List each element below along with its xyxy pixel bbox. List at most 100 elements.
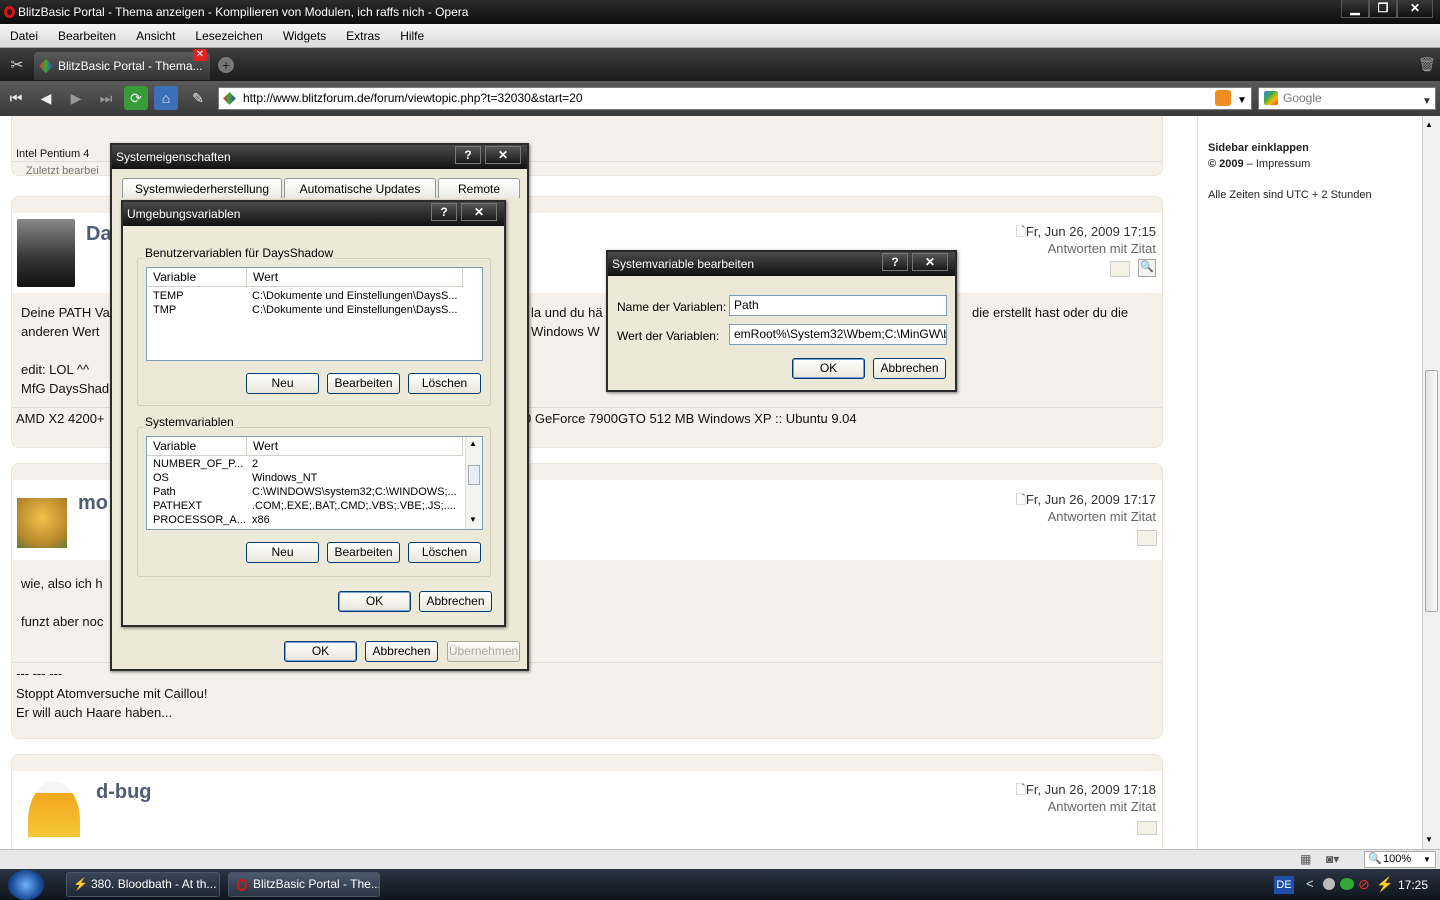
clock[interactable]: 17:25 (1398, 878, 1428, 892)
cancel-button[interactable]: Abbrechen (419, 591, 492, 612)
tab-system-restore[interactable]: Systemwiederherstellung (122, 178, 282, 198)
column-value[interactable]: Wert (247, 437, 463, 456)
fast-forward-icon[interactable]: ⏭ (94, 86, 118, 110)
profile-icon[interactable] (1110, 261, 1130, 277)
minimize-button[interactable]: ▁ (1341, 0, 1369, 18)
tools-icon[interactable]: ✂ (6, 55, 28, 77)
back-icon[interactable]: ◀ (34, 86, 58, 110)
cancel-button[interactable]: Abbrechen (365, 641, 438, 662)
column-value[interactable]: Wert (247, 268, 463, 287)
help-button[interactable]: ? (882, 253, 908, 271)
language-indicator[interactable]: DE (1274, 876, 1294, 894)
post-author[interactable]: mo (78, 492, 108, 515)
list-item[interactable]: PATHEXT .COM;.EXE;.BAT;.CMD;.VBS;.VBE;.JS… (153, 500, 456, 512)
rss-feed-icon[interactable] (1215, 90, 1231, 106)
list-scrollbar[interactable]: ▲ ▼ (465, 437, 482, 529)
user-new-button[interactable]: Neu (246, 373, 319, 394)
forward-icon[interactable]: ▶ (64, 86, 88, 110)
profile-icon[interactable] (1137, 530, 1157, 546)
variable-value-field[interactable]: emRoot%\System32\Wbem;C:\MinGW\bin (729, 324, 947, 345)
system-edit-button[interactable]: Bearbeiten (327, 542, 400, 563)
tray-winamp-icon[interactable]: ⚡ (1376, 876, 1393, 893)
ok-button[interactable]: OK (284, 641, 357, 662)
menu-widgets[interactable]: Widgets (273, 24, 336, 48)
close-button[interactable]: ✕ (912, 253, 948, 271)
close-window-button[interactable]: ✕ (1397, 0, 1433, 18)
post-author[interactable]: Da (86, 223, 112, 246)
chevron-down-icon[interactable]: ▼ (1237, 90, 1247, 111)
close-button[interactable]: ✕ (485, 146, 521, 164)
zoom-select[interactable]: 🔍 100% ▼ (1364, 851, 1436, 868)
taskbar-item-opera[interactable]: BlitzBasic Portal - The... (228, 872, 380, 897)
search-input[interactable]: Google ▼ (1258, 87, 1436, 110)
scroll-down-icon[interactable]: ▼ (469, 515, 477, 524)
scroll-thumb[interactable] (1425, 370, 1438, 612)
chevron-down-icon[interactable]: ▼ (1422, 91, 1432, 112)
scroll-up-icon[interactable]: ▲ (1425, 120, 1433, 129)
taskbar-item-winamp[interactable]: ⚡ 380. Bloodbath - At th... (66, 872, 220, 897)
start-button[interactable] (8, 870, 44, 900)
ok-button[interactable]: OK (338, 591, 411, 612)
apply-button[interactable]: Übernehmen (447, 641, 520, 662)
list-item[interactable]: OS Windows_NT (153, 472, 317, 484)
tray-network-icon[interactable] (1323, 878, 1335, 890)
menu-lesezeichen[interactable]: Lesezeichen (185, 24, 272, 48)
list-item[interactable]: Path C:\WINDOWS\system32;C:\WINDOWS;... (153, 486, 457, 498)
ok-button[interactable]: OK (792, 358, 865, 379)
panel-icon[interactable]: ▦ (1300, 852, 1311, 866)
system-new-button[interactable]: Neu (246, 542, 319, 563)
user-edit-button[interactable]: Bearbeiten (327, 373, 400, 394)
menu-ansicht[interactable]: Ansicht (126, 24, 185, 48)
trash-icon[interactable]: 🗑 (1418, 56, 1436, 74)
dialog-environment-variables: Umgebungsvariablen ? ✕ Benutzervariablen… (121, 200, 506, 627)
tray-antivirus-icon[interactable]: ⊘ (1358, 876, 1370, 893)
post-author[interactable]: d-bug (96, 781, 152, 804)
maximize-button[interactable]: ❐ (1369, 0, 1397, 18)
search-user-icon[interactable]: 🔍 (1138, 259, 1156, 277)
tab-remote[interactable]: Remote (438, 178, 520, 198)
help-button[interactable]: ? (455, 146, 481, 164)
user-delete-button[interactable]: Löschen (408, 373, 481, 394)
quote-link[interactable]: Antworten mit Zitat (1048, 241, 1156, 256)
scroll-down-icon[interactable]: ▼ (1425, 835, 1433, 844)
scroll-thumb[interactable] (468, 465, 480, 485)
variable-name-field[interactable]: Path (729, 295, 947, 316)
new-tab-icon[interactable]: + (218, 57, 234, 73)
cancel-button[interactable]: Abbrechen (873, 358, 946, 379)
sidebar-collapse-link[interactable]: Sidebar einklappen (1208, 142, 1309, 154)
tab-blitzbasic[interactable]: BlitzBasic Portal - Thema... (34, 52, 210, 80)
help-button[interactable]: ? (431, 203, 457, 221)
address-input[interactable]: http://www.blitzforum.de/forum/viewtopic… (218, 87, 1252, 110)
menu-bearbeiten[interactable]: Bearbeiten (48, 24, 126, 48)
home-icon[interactable]: ⌂ (154, 86, 178, 110)
tab-automatic-updates[interactable]: Automatische Updates (284, 178, 436, 198)
rewind-icon[interactable]: ⏮ (4, 86, 28, 110)
camera-icon[interactable]: ◙▾ (1326, 852, 1339, 866)
system-variables-list[interactable]: Variable Wert NUMBER_OF_P... 2 OS Windows_… (146, 436, 483, 530)
page-scrollbar[interactable]: ▲ ▼ (1422, 116, 1440, 849)
user-variables-list[interactable]: Variable Wert TEMP C:\Dokumente und Einst… (146, 267, 483, 361)
menu-extras[interactable]: Extras (336, 24, 390, 48)
column-variable[interactable]: Variable (147, 268, 247, 287)
scroll-up-icon[interactable]: ▲ (469, 439, 477, 448)
list-item[interactable]: TEMP C:\Dokumente und Einstellungen\DaysS… (153, 290, 457, 302)
quote-link[interactable]: Antworten mit Zitat (1048, 799, 1156, 814)
column-variable[interactable]: Variable (147, 437, 247, 456)
tab-label: BlitzBasic Portal - Thema... (58, 59, 203, 73)
impressum-link[interactable]: Impressum (1256, 158, 1310, 170)
reload-icon[interactable]: ⟳ (124, 86, 148, 110)
list-item[interactable]: TMP C:\Dokumente und Einstellungen\DaysS.… (153, 304, 457, 316)
menu-datei[interactable]: Datei (0, 24, 48, 48)
profile-icon[interactable] (1137, 821, 1157, 835)
list-item[interactable]: NUMBER_OF_P... 2 (153, 458, 258, 470)
menu-hilfe[interactable]: Hilfe (390, 24, 434, 48)
tray-clover-icon[interactable] (1340, 878, 1354, 890)
tray-expand-icon[interactable]: < (1306, 876, 1314, 891)
edit-pen-icon[interactable]: ✎ (186, 86, 210, 110)
post-text-line: die erstellt hast oder du die (972, 305, 1129, 320)
quote-link[interactable]: Antworten mit Zitat (1048, 509, 1156, 524)
system-delete-button[interactable]: Löschen (408, 542, 481, 563)
close-button[interactable]: ✕ (461, 203, 497, 221)
close-tab-icon[interactable]: ✕ (193, 49, 207, 61)
list-item[interactable]: PROCESSOR_A... x86 (153, 514, 270, 526)
